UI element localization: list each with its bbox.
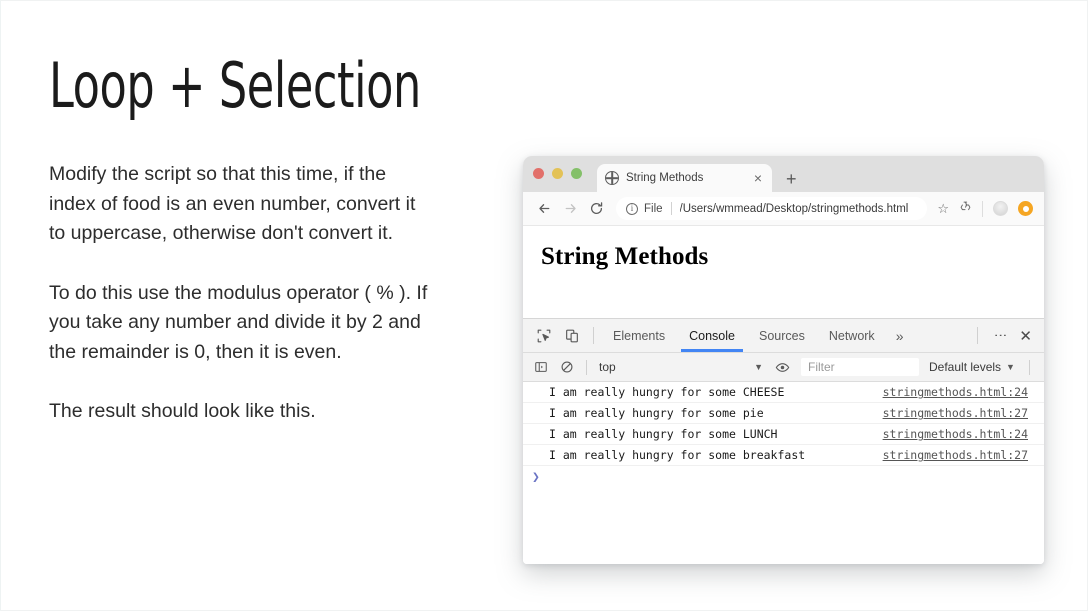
log-levels-value: Default levels <box>929 360 1002 374</box>
reload-button[interactable] <box>584 197 608 221</box>
slide-paragraph-2: To do this use the modulus operator ( % … <box>49 281 428 363</box>
console-log-message: I am really hungry for some CHEESE <box>549 385 785 399</box>
security-chip-label: File <box>644 202 663 215</box>
console-log-message: I am really hungry for some pie <box>549 406 764 420</box>
browser-toolbar: File /Users/wmmead/Desktop/stringmethods… <box>523 192 1044 226</box>
console-log-source-link[interactable]: stringmethods.html:24 <box>883 427 1036 441</box>
slide-paragraph-3: The result should look like this. <box>49 400 316 423</box>
close-tab-icon[interactable]: × <box>752 171 764 185</box>
slide-canvas: Loop + Selection Modify the script so th… <box>0 0 1088 611</box>
clear-console-icon[interactable] <box>556 356 578 378</box>
omnibox-divider <box>670 202 672 215</box>
prompt-chevron-icon: ❯ <box>532 469 540 485</box>
log-levels-select[interactable]: Default levels ▼ <box>923 360 1021 374</box>
console-toolbar-divider <box>586 359 587 375</box>
execution-context-value: top <box>599 360 616 374</box>
profile-icon[interactable] <box>1018 201 1033 216</box>
sync-icon[interactable] <box>959 200 972 218</box>
devtools-panel: Elements Console Sources Network » ⋮ ✕ t… <box>523 319 1044 564</box>
tab-elements[interactable]: Elements <box>602 320 676 352</box>
minimize-window-button[interactable] <box>552 168 563 179</box>
chevron-down-icon-levels: ▼ <box>1006 362 1015 372</box>
close-window-button[interactable] <box>533 168 544 179</box>
new-tab-button[interactable]: + <box>786 170 797 188</box>
console-log-source-link[interactable]: stringmethods.html:24 <box>883 385 1036 399</box>
address-bar-url: /Users/wmmead/Desktop/stringmethods.html <box>679 202 909 215</box>
console-log-message: I am really hungry for some LUNCH <box>549 427 778 441</box>
console-sidebar-icon[interactable] <box>530 356 552 378</box>
console-log-message: I am really hungry for some breakfast <box>549 448 806 462</box>
address-bar-input[interactable]: File /Users/wmmead/Desktop/stringmethods… <box>616 197 928 220</box>
console-log-row: I am really hungry for some LUNCH string… <box>523 424 1044 445</box>
toolbar-divider <box>982 200 983 217</box>
browser-tab[interactable]: String Methods × <box>597 164 772 192</box>
globe-icon <box>605 171 619 185</box>
console-log-source-link[interactable]: stringmethods.html:27 <box>883 448 1036 462</box>
browser-window: String Methods × + File /Users/wmmead/De… <box>523 156 1044 564</box>
toolbar-actions: ☆ <box>937 200 1035 218</box>
tab-sources[interactable]: Sources <box>748 320 816 352</box>
star-icon[interactable]: ☆ <box>937 202 949 215</box>
browser-tab-label: String Methods <box>626 172 704 184</box>
console-log-row: I am really hungry for some pie stringme… <box>523 403 1044 424</box>
execution-context-select[interactable]: top ▼ <box>595 360 767 374</box>
chevron-down-icon: ▼ <box>754 362 763 372</box>
slide-paragraph-1: Modify the script so that this time, if … <box>49 163 416 245</box>
console-output[interactable]: I am really hungry for some CHEESE strin… <box>523 382 1044 564</box>
console-log-row: I am really hungry for some CHEESE strin… <box>523 382 1044 403</box>
devtools-menu-icon[interactable]: ⋮ <box>986 329 1015 342</box>
page-heading: String Methods <box>541 243 709 270</box>
gear-icon[interactable] <box>1038 356 1044 378</box>
tab-network[interactable]: Network <box>818 320 886 352</box>
devtools-divider-right <box>977 327 979 344</box>
maximize-window-button[interactable] <box>571 168 582 179</box>
console-toolbar: top ▼ Filter Default levels ▼ <box>523 353 1044 382</box>
forward-button[interactable] <box>558 197 582 221</box>
page-viewport: String Methods <box>523 226 1044 319</box>
back-button[interactable] <box>532 197 556 221</box>
site-info-icon[interactable] <box>626 202 638 215</box>
console-log-source-link[interactable]: stringmethods.html:27 <box>883 406 1036 420</box>
more-tabs-icon[interactable]: » <box>888 328 912 344</box>
devtools-divider <box>593 327 594 344</box>
live-expression-icon[interactable] <box>771 356 793 378</box>
tab-console[interactable]: Console <box>678 320 746 352</box>
console-toolbar-divider-right <box>1028 359 1030 375</box>
avatar[interactable] <box>993 201 1008 216</box>
console-filter-input[interactable]: Filter <box>801 358 919 376</box>
browser-tab-strip: String Methods × + <box>523 156 1044 192</box>
device-toolbar-icon[interactable] <box>559 323 585 349</box>
window-controls <box>533 168 582 179</box>
devtools-tabbar: Elements Console Sources Network » ⋮ ✕ <box>523 319 1044 353</box>
console-log-row: I am really hungry for some breakfast st… <box>523 445 1044 466</box>
close-devtools-icon[interactable]: ✕ <box>1017 327 1038 345</box>
page-title: Loop + Selection <box>49 49 421 122</box>
console-prompt[interactable]: ❯ <box>523 466 1044 488</box>
inspect-cursor-icon[interactable] <box>531 323 557 349</box>
slide-text-column: Loop + Selection Modify the script so th… <box>49 53 469 427</box>
